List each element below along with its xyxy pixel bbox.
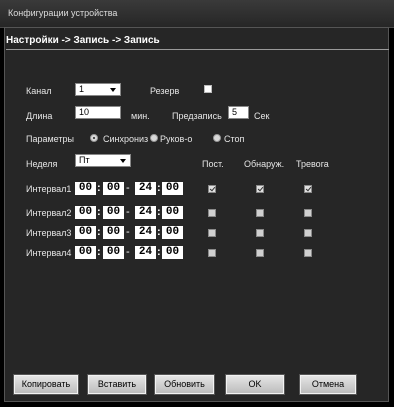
start-minute-input[interactable]: 00 [103, 246, 124, 259]
interval-constant-checkbox[interactable] [208, 229, 216, 237]
start-hour-input[interactable]: 00 [75, 206, 96, 219]
start-hour-input[interactable]: 00 [75, 182, 96, 195]
window-title: Конфигурации устройства [8, 8, 118, 18]
length-unit: мин. [131, 111, 150, 121]
end-minute-input[interactable]: 00 [162, 206, 183, 219]
column-detect: Обнаруж. [244, 159, 285, 169]
title-bar: Конфигурации устройства [0, 0, 394, 28]
column-constant: Пост. [202, 159, 224, 169]
chevron-down-icon [110, 88, 116, 92]
reserve-label: Резерв [150, 86, 180, 96]
param-label-manual: Руков-о [160, 134, 193, 144]
length-input[interactable]: 10 [75, 106, 121, 119]
params-label: Параметры [26, 134, 74, 144]
prerecord-unit: Сек [254, 111, 270, 121]
end-minute-input[interactable]: 00 [162, 246, 183, 259]
end-minute-input[interactable]: 00 [162, 182, 183, 195]
prerecord-input[interactable]: 5 [228, 106, 249, 119]
week-label: Неделя [26, 159, 58, 169]
interval-label: Интервал1 [26, 184, 72, 194]
start-minute-input[interactable]: 00 [103, 182, 124, 195]
interval-alarm-checkbox[interactable] [304, 185, 312, 193]
interval-detect-checkbox[interactable] [256, 209, 264, 217]
interval-label: Интервал2 [26, 208, 72, 218]
interval-detect-checkbox[interactable] [256, 229, 264, 237]
param-label-stop: Стоп [224, 134, 245, 144]
interval-label: Интервал4 [26, 248, 72, 258]
channel-value: 1 [79, 84, 85, 94]
start-hour-input[interactable]: 00 [75, 246, 96, 259]
param-radio-manual[interactable] [150, 134, 158, 142]
end-hour-input[interactable]: 24 [135, 182, 156, 195]
ok-button[interactable]: OK [226, 375, 284, 394]
interval-alarm-checkbox[interactable] [304, 249, 312, 257]
interval-constant-checkbox[interactable] [208, 185, 216, 193]
breadcrumb: Настройки -> Запись -> Запись [6, 35, 160, 46]
param-radio-sync[interactable] [90, 134, 98, 142]
week-value: Пт [79, 155, 90, 165]
end-hour-input[interactable]: 24 [135, 206, 156, 219]
end-hour-input[interactable]: 24 [135, 246, 156, 259]
param-label-sync: Синхрониз [103, 134, 149, 144]
channel-select[interactable]: 1 [75, 83, 121, 96]
column-alarm: Тревога [296, 159, 329, 169]
interval-alarm-checkbox[interactable] [304, 229, 312, 237]
start-minute-input[interactable]: 00 [103, 206, 124, 219]
breadcrumb-divider [6, 49, 389, 50]
channel-label: Канал [26, 86, 52, 96]
start-minute-input[interactable]: 00 [103, 226, 124, 239]
reserve-checkbox[interactable] [204, 85, 212, 93]
refresh-button[interactable]: Обновить [155, 375, 214, 394]
week-select[interactable]: Пт [75, 154, 131, 167]
interval-label: Интервал3 [26, 228, 72, 238]
length-label: Длина [26, 111, 53, 121]
chevron-down-icon [120, 159, 126, 163]
copy-button[interactable]: Копировать [14, 375, 78, 394]
end-minute-input[interactable]: 00 [162, 226, 183, 239]
interval-detect-checkbox[interactable] [256, 249, 264, 257]
interval-constant-checkbox[interactable] [208, 249, 216, 257]
paste-button[interactable]: Вставить [88, 375, 146, 394]
interval-constant-checkbox[interactable] [208, 209, 216, 217]
cancel-button[interactable]: Отмена [300, 375, 356, 394]
param-radio-stop[interactable] [213, 134, 221, 142]
end-hour-input[interactable]: 24 [135, 226, 156, 239]
interval-alarm-checkbox[interactable] [304, 209, 312, 217]
prerecord-label: Предзапись [172, 111, 222, 121]
start-hour-input[interactable]: 00 [75, 226, 96, 239]
interval-detect-checkbox[interactable] [256, 185, 264, 193]
